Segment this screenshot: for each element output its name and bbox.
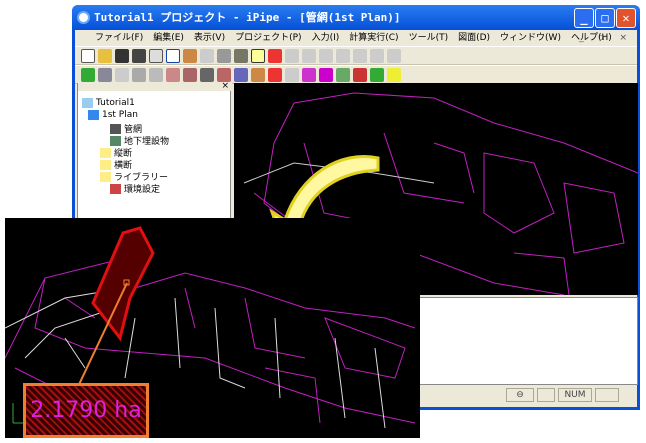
zoomed-inset: 2.1790 ha (4, 218, 420, 438)
area-label: 2.1790 ha (23, 383, 149, 438)
highlighted-parcel[interactable] (91, 226, 155, 342)
